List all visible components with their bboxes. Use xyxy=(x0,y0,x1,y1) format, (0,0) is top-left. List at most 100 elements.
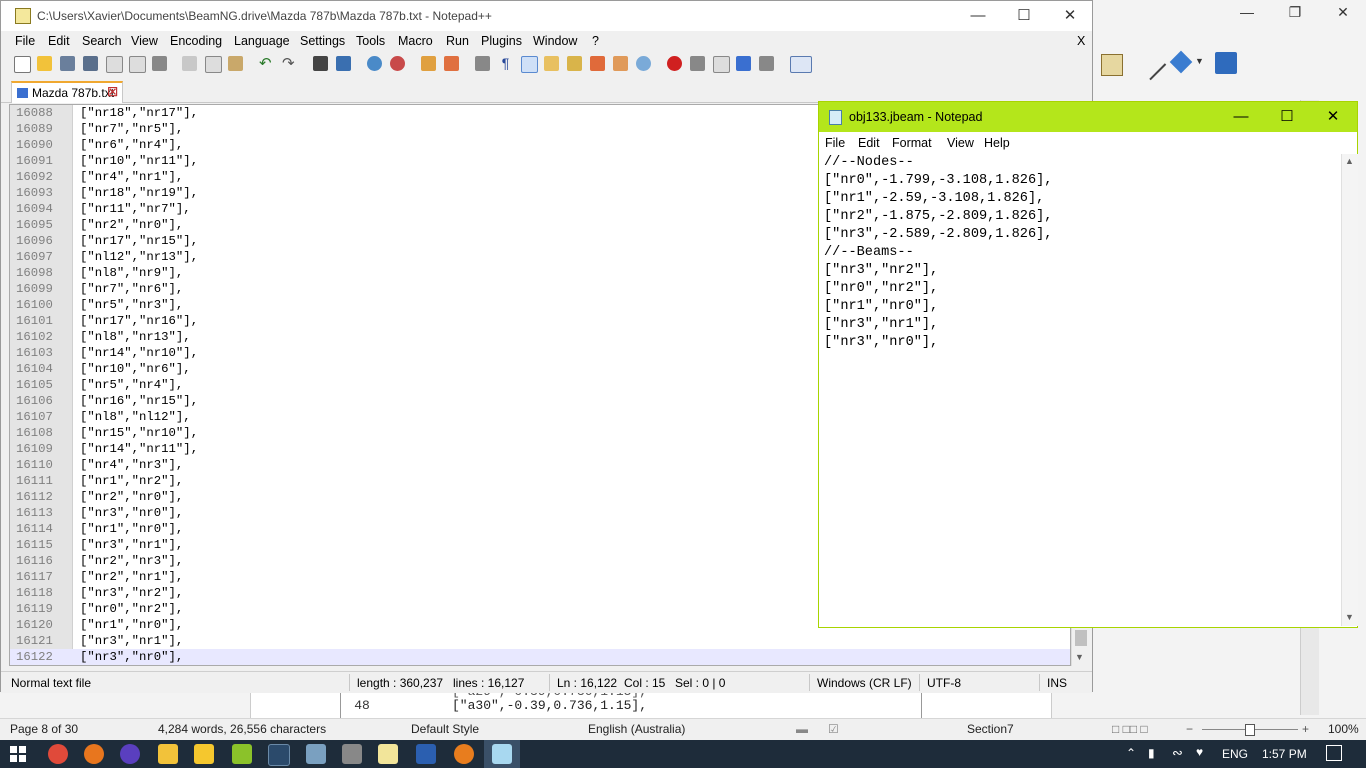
action-center-icon[interactable] xyxy=(1326,745,1342,761)
new-file-icon[interactable] xyxy=(14,56,31,73)
arrange-icon[interactable] xyxy=(1215,52,1237,74)
track-changes-icon[interactable]: ☑ xyxy=(828,722,839,736)
blender-icon[interactable] xyxy=(454,744,474,764)
cut-icon[interactable] xyxy=(182,56,197,71)
close-all-icon[interactable] xyxy=(129,56,146,73)
open-file-icon[interactable] xyxy=(37,56,52,71)
scroll-down-icon[interactable]: ▼ xyxy=(1345,612,1354,622)
word-style[interactable]: Default Style xyxy=(411,722,479,736)
word-wrap-icon[interactable] xyxy=(475,56,490,71)
print-icon[interactable] xyxy=(152,56,167,71)
firefox-dev-icon[interactable] xyxy=(120,744,140,764)
view-layout-icons[interactable]: □ □□ □ xyxy=(1112,722,1148,736)
line-icon[interactable] xyxy=(1133,47,1167,81)
npp-menu-file[interactable]: File xyxy=(15,34,35,48)
tray-chevron-icon[interactable]: ⌃ xyxy=(1126,746,1136,760)
zoom-in-icon[interactable]: + xyxy=(1302,722,1309,736)
save-icon[interactable] xyxy=(60,56,75,71)
npp-scrollbar-thumb[interactable] xyxy=(1075,630,1087,646)
macro-recording-icon[interactable]: ▬ xyxy=(796,722,808,736)
npp-menu-help[interactable]: ? xyxy=(592,34,599,48)
notepad-plus-plus-taskbar-icon[interactable] xyxy=(378,744,398,764)
redo-icon[interactable]: ↷ xyxy=(282,56,297,71)
scroll-up-icon[interactable]: ▲ xyxy=(1345,156,1354,166)
word-page-count[interactable]: Page 8 of 30 xyxy=(10,722,78,736)
npp-maximize-icon[interactable]: ☐ xyxy=(1009,6,1039,26)
notepad-taskbar-icon[interactable] xyxy=(492,744,512,764)
notepad-menu-format[interactable]: Format xyxy=(892,136,932,150)
edit-shape-icon[interactable] xyxy=(1101,54,1123,76)
spell-check-icon[interactable] xyxy=(790,56,812,73)
notepad-text-area[interactable]: //--Nodes-- ["nr0",-1.799,-3.108,1.826],… xyxy=(819,154,1341,626)
stop-macro-icon[interactable] xyxy=(690,56,705,71)
firefox-icon[interactable] xyxy=(84,744,104,764)
diamond-shape-icon[interactable] xyxy=(1169,50,1193,74)
copy-icon[interactable] xyxy=(205,56,222,73)
notepad-vertical-scrollbar[interactable]: ▲ ▼ xyxy=(1341,154,1358,626)
word-word-count[interactable]: 4,284 words, 26,556 characters xyxy=(158,722,326,736)
undo-icon[interactable]: ↶ xyxy=(259,56,274,71)
zoom-in-icon[interactable] xyxy=(367,56,382,71)
npp-menu-language[interactable]: Language xyxy=(234,34,290,48)
volume-muted-icon[interactable]: ♥ xyxy=(1196,745,1203,759)
zoom-out-icon[interactable]: − xyxy=(1186,722,1193,736)
npp-menu-macro[interactable]: Macro xyxy=(398,34,433,48)
npp-menu-window[interactable]: Window xyxy=(533,34,577,48)
replace-icon[interactable] xyxy=(336,56,351,71)
notepad-menu-help[interactable]: Help xyxy=(984,136,1010,150)
npp-menu-settings[interactable]: Settings xyxy=(300,34,345,48)
npp-close-icon[interactable]: ✕ xyxy=(1055,6,1085,26)
dropdown-icon[interactable]: ▼ xyxy=(1195,56,1204,66)
npp-menu-encoding[interactable]: Encoding xyxy=(170,34,222,48)
gimp-icon[interactable] xyxy=(342,744,362,764)
npp-tab-mazda-787b[interactable]: Mazda 787b.txt ☒ xyxy=(11,81,123,103)
save-macro-icon[interactable] xyxy=(759,56,774,71)
show-all-characters-icon[interactable]: ¶ xyxy=(498,56,513,71)
sync-horizontal-icon[interactable] xyxy=(444,56,459,71)
notepad-menu-edit[interactable]: Edit xyxy=(858,136,880,150)
sync-vertical-icon[interactable] xyxy=(421,56,436,71)
tab-close-icon[interactable]: ☒ xyxy=(107,85,118,99)
store-icon[interactable] xyxy=(194,744,214,764)
scroll-down-icon[interactable]: ▼ xyxy=(1075,652,1084,662)
paste-icon[interactable] xyxy=(228,56,243,71)
npp-close-document-button[interactable]: X xyxy=(1077,34,1085,48)
monitoring-icon[interactable] xyxy=(636,56,651,71)
indent-guide-icon[interactable] xyxy=(521,56,538,73)
play-macro-icon[interactable] xyxy=(713,56,730,73)
zoom-slider-thumb[interactable] xyxy=(1245,724,1255,736)
npp-menu-view[interactable]: View xyxy=(131,34,158,48)
npp-menu-edit[interactable]: Edit xyxy=(48,34,70,48)
battery-icon[interactable]: ▮ xyxy=(1148,746,1155,760)
npp-menu-tools[interactable]: Tools xyxy=(356,34,385,48)
notepad-close-icon[interactable]: ✕ xyxy=(1313,107,1353,127)
run-macro-multiple-icon[interactable] xyxy=(736,56,751,71)
record-macro-icon[interactable] xyxy=(667,56,682,71)
zoom-out-icon[interactable] xyxy=(390,56,405,71)
npp-minimize-icon[interactable]: — xyxy=(963,6,993,26)
user-language-icon[interactable] xyxy=(544,56,559,71)
tray-clock[interactable]: 1:57 PM xyxy=(1262,747,1307,761)
editor-line[interactable]: 16121 ["nr3","nr1"], xyxy=(10,633,1070,649)
word-close-icon[interactable]: ✕ xyxy=(1320,2,1366,22)
wifi-icon[interactable]: ∾ xyxy=(1172,745,1183,761)
folder-workspace-icon[interactable] xyxy=(613,56,628,71)
windows-start-icon[interactable] xyxy=(10,746,26,762)
word-restore-icon[interactable]: ❐ xyxy=(1272,2,1318,22)
notepad-menu-view[interactable]: View xyxy=(947,136,974,150)
word-zoom-level[interactable]: 100% xyxy=(1328,722,1359,736)
app-green-icon[interactable] xyxy=(232,744,252,764)
close-file-icon[interactable] xyxy=(106,56,123,73)
find-icon[interactable] xyxy=(313,56,328,71)
save-all-icon[interactable] xyxy=(83,56,98,71)
notepad-minimize-icon[interactable]: — xyxy=(1221,107,1261,127)
eol-format-status[interactable]: Windows (CR LF) xyxy=(817,676,912,690)
notepad-title-bar[interactable]: obj133.jbeam - Notepad — ☐ ✕ xyxy=(819,102,1357,132)
tray-language[interactable]: ENG xyxy=(1222,747,1248,761)
word-language[interactable]: English (Australia) xyxy=(588,722,685,736)
npp-title-bar[interactable]: C:\Users\Xavier\Documents\BeamNG.drive\M… xyxy=(1,1,1092,31)
file-explorer-icon[interactable] xyxy=(158,744,178,764)
insert-mode-status[interactable]: INS xyxy=(1047,676,1067,690)
npp-menu-run[interactable]: Run xyxy=(446,34,469,48)
editor-line[interactable]: 16122 ["nr3","nr0"], xyxy=(10,649,1070,665)
